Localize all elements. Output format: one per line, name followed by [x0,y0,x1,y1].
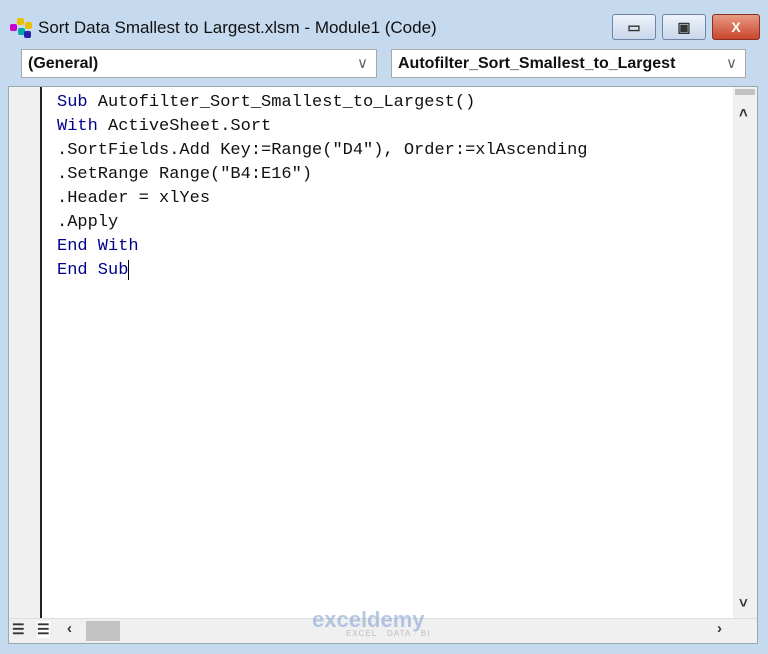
keyword: End Sub [57,261,129,280]
scroll-right-icon[interactable]: › [717,620,722,637]
vba-app-icon [8,16,34,40]
code-text-segment: Autofilter_Sort_Smallest_to_Largest() [87,93,476,112]
code-text-segment: .Apply [57,213,119,232]
vertical-scrollbar[interactable]: ˄ ˅ [733,87,757,619]
window-title: Sort Data Smallest to Largest.xlsm - Mod… [38,18,437,37]
minimize-button[interactable]: ▭ [612,14,656,40]
code-line: End With [57,235,588,259]
code-editor[interactable]: Sub Autofilter_Sort_Smallest_to_Largest(… [8,86,758,644]
chevron-down-icon: ∨ [357,55,368,72]
procedure-dropdown-value: Autofilter_Sort_Smallest_to_Largest [398,54,676,72]
object-dropdown[interactable]: (General) ∨ [21,49,377,78]
close-button[interactable]: X [712,14,760,40]
code-text-segment: ActiveSheet.Sort [97,117,272,136]
code-text-segment: .SetRange Range("B4:E16") [57,165,313,184]
code-line: .SetRange Range("B4:E16") [57,163,588,187]
code-text[interactable]: Sub Autofilter_Sort_Smallest_to_Largest(… [57,91,588,283]
procedure-dropdown[interactable]: Autofilter_Sort_Smallest_to_Largest ∨ [391,49,746,78]
object-dropdown-value: (General) [28,54,99,72]
code-line: End Sub [57,259,588,283]
code-line: Sub Autofilter_Sort_Smallest_to_Largest(… [57,91,588,115]
code-line: .Header = xlYes [57,187,588,211]
code-line: With ActiveSheet.Sort [57,115,588,139]
exceldemy-watermark: exceldemy EXCEL · DATA · BI [312,607,431,638]
vertical-scroll-thumb[interactable] [735,89,755,95]
code-line: .SortFields.Add Key:=Range("D4"), Order:… [57,139,588,163]
keyword: With [57,117,98,136]
scroll-up-icon[interactable]: ˄ [739,105,748,122]
margin-indicator-bar [9,87,42,619]
restore-button[interactable]: ▣ [662,14,706,40]
horizontal-scroll-thumb[interactable] [86,621,120,641]
chevron-down-icon: ∨ [726,55,737,72]
procedure-view-icon[interactable]: ☰ [12,621,25,638]
code-text-segment: .Header = xlYes [57,189,211,208]
scroll-left-icon[interactable]: ‹ [67,620,72,637]
full-module-view-icon[interactable]: ☰ [37,621,50,638]
code-text-segment: .SortFields.Add Key:=Range("D4"), Order:… [57,141,588,160]
text-cursor [128,259,130,280]
window-title-bar: Sort Data Smallest to Largest.xlsm - Mod… [8,14,437,42]
scroll-down-icon[interactable]: ˅ [739,595,748,612]
keyword: End With [57,237,139,256]
keyword: Sub [57,93,88,112]
code-line: .Apply [57,211,588,235]
